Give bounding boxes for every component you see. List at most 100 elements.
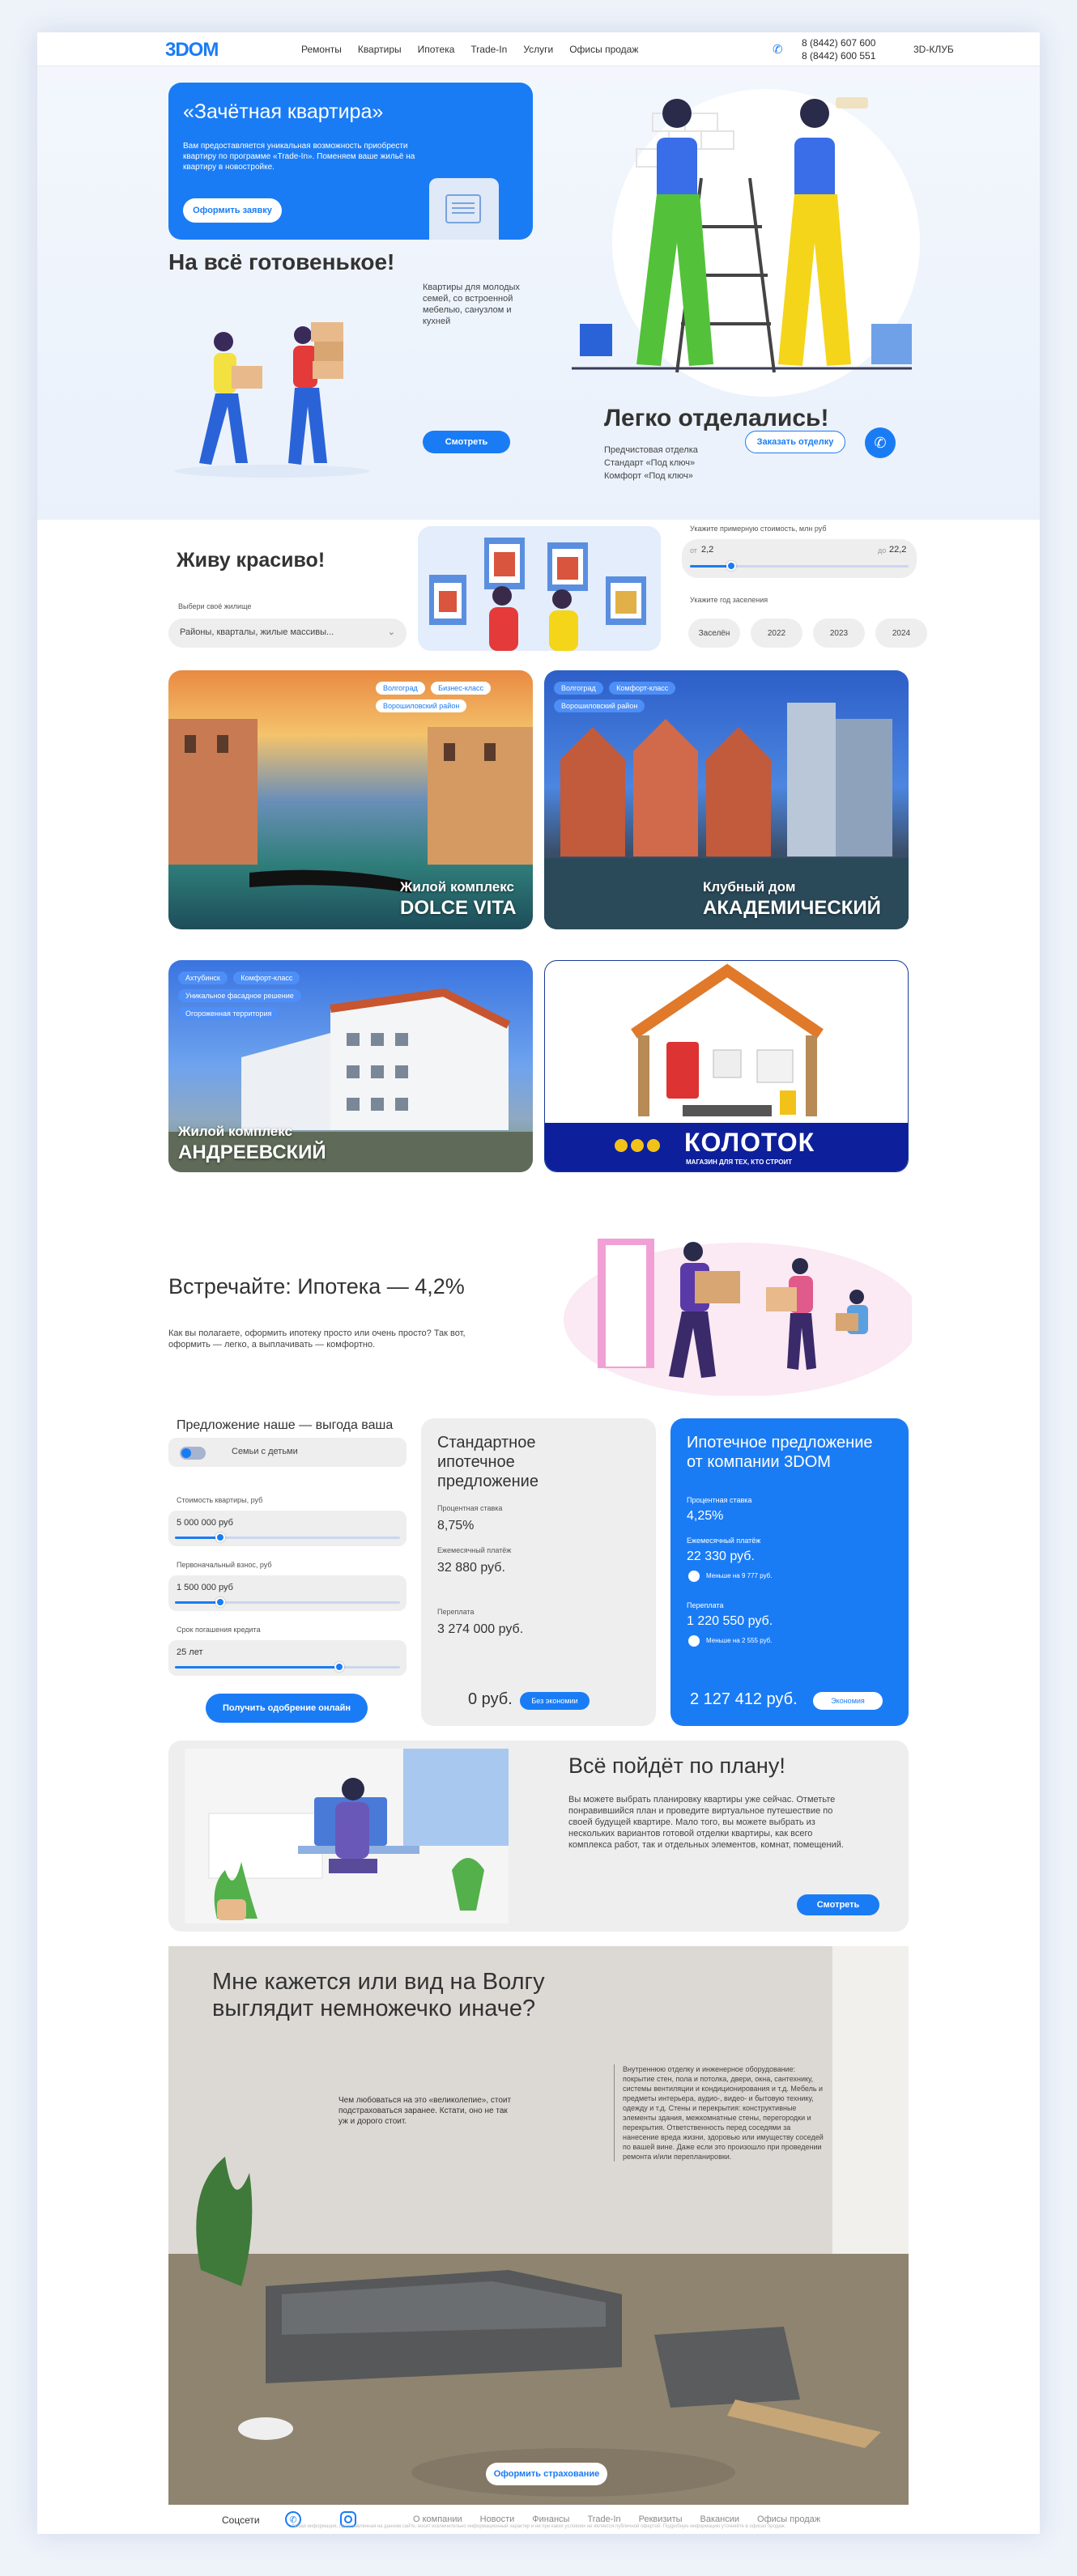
complex-name: АНДРЕЕВСКИЙ: [178, 1141, 326, 1163]
mortgage-text: Как вы полагаете, оформить ипотеку прост…: [168, 1328, 466, 1350]
down-payment-handle[interactable]: [215, 1597, 225, 1607]
footer-link-about[interactable]: О компании: [413, 2514, 462, 2524]
footer-link-news[interactable]: Новости: [480, 2514, 515, 2524]
mortgage-title: Встречайте: Ипотека — 4,2%: [168, 1274, 465, 1299]
kolotok-name: КОЛОТОК: [684, 1128, 815, 1157]
price-to-prefix: до: [878, 546, 887, 555]
year-option-2024[interactable]: 2024: [875, 618, 927, 648]
order-finish-button[interactable]: Заказать отделку: [745, 431, 845, 453]
footer-link-trade-in[interactable]: Trade-In: [587, 2514, 620, 2524]
loan-term-slider[interactable]: 25 лет: [168, 1640, 407, 1676]
finish-options: Предчистовая отделка Стандарт «Под ключ»…: [604, 444, 698, 482]
families-toggle[interactable]: [180, 1447, 206, 1460]
phone-handset-icon: ✆: [874, 434, 887, 451]
company-badge: Экономия: [813, 1692, 883, 1710]
nav-item-services[interactable]: Услуги: [523, 44, 553, 55]
price-slider-handle[interactable]: [726, 561, 736, 571]
club-link[interactable]: 3D-КЛУБ: [913, 44, 954, 55]
moving-family-illustration: [564, 1239, 912, 1396]
insurance-title: Мне кажется или вид на Волгу выглядит не…: [212, 1969, 545, 2021]
apartment-price-slider[interactable]: 5 000 000 руб: [168, 1511, 407, 1546]
district-select[interactable]: Районы, кварталы, жилые массивы... ⌄: [168, 618, 407, 648]
complex-subtitle: Клубный дом: [703, 879, 796, 895]
standard-overpay: 3 274 000 руб.: [437, 1622, 524, 1636]
price-label: Укажите примерную стоимость, млн руб: [690, 525, 827, 533]
phone-1[interactable]: 8 (8442) 607 600: [802, 36, 875, 49]
standard-overpay-label: Переплата: [437, 1608, 475, 1616]
price-range-slider[interactable]: от 2,2 до 22,2: [682, 539, 917, 578]
toggle-label: Семьи с детьми: [232, 1447, 298, 1456]
price-track-fill: [690, 565, 730, 567]
footer-link-requisites[interactable]: Реквизиты: [639, 2514, 683, 2524]
phones: 8 (8442) 607 600 8 (8442) 600 551: [802, 36, 875, 62]
phone-icon[interactable]: ✆: [773, 42, 785, 57]
year-option-2023[interactable]: 2023: [813, 618, 865, 648]
company-total: 2 127 412 руб.: [690, 1690, 798, 1708]
company-payment-label: Ежемесячный платёж: [687, 1537, 761, 1545]
footer-link-offices[interactable]: Офисы продаж: [757, 2514, 820, 2524]
phone-2[interactable]: 8 (8442) 600 551: [802, 49, 875, 62]
loan-term-fill: [175, 1666, 339, 1668]
tag-city: Волгоград: [376, 682, 425, 695]
complex-subtitle: Жилой комплекс: [400, 879, 515, 895]
complex-card-dolce-vita[interactable]: Волгоград Бизнес-класс Ворошиловский рай…: [168, 670, 533, 929]
plan-view-button[interactable]: Смотреть: [797, 1894, 879, 1915]
field-label-price: Стоимость квартиры, руб: [177, 1496, 263, 1504]
payment-saving-dot-icon: [688, 1571, 700, 1582]
standard-title: Стандартное ипотечное предложение: [437, 1434, 538, 1490]
ready-view-button[interactable]: Смотреть: [423, 431, 510, 453]
logo[interactable]: 3DOM: [165, 39, 219, 62]
insurance-section: Мне кажется или вид на Волгу выглядит не…: [168, 1946, 909, 2505]
complex-card-andreevsky[interactable]: Ахтубинск Комфорт-класс Уникальное фасад…: [168, 960, 533, 1172]
year-option-2022[interactable]: 2022: [751, 618, 802, 648]
complex-card-akademichesky[interactable]: Волгоград Комфорт-класс Ворошиловский ра…: [544, 670, 909, 929]
standard-rate: 8,75%: [437, 1519, 475, 1532]
tag-city: Ахтубинск: [178, 971, 228, 984]
company-title: Ипотечное предложение от компании 3DOM: [687, 1434, 873, 1471]
kolotok-banner: КОЛОТОК МАГАЗИН ДЛЯ ТЕХ, КТО СТРОИТ: [545, 1123, 908, 1171]
nav-item-offices[interactable]: Офисы продаж: [569, 44, 638, 55]
chevron-down-icon: ⌄: [387, 627, 395, 637]
footer-link-vacancies[interactable]: Вакансии: [700, 2514, 740, 2524]
insurance-list: Внутреннюю отделку и инженерное оборудов…: [614, 2064, 826, 2162]
plan-title: Всё пойдёт по плану!: [568, 1753, 785, 1778]
nav-item-apartments[interactable]: Квартиры: [358, 44, 402, 55]
get-insurance-button[interactable]: Оформить страхование: [486, 2463, 607, 2485]
tag-facade: Уникальное фасадное решение: [178, 989, 301, 1002]
price-from-prefix: от: [690, 546, 697, 555]
call-button[interactable]: ✆: [865, 427, 896, 458]
apartment-price-handle[interactable]: [215, 1532, 225, 1542]
standard-rate-label: Процентная ставка: [437, 1504, 503, 1512]
family-illustration: [418, 526, 661, 651]
tag-class: Комфорт-класс: [609, 682, 676, 695]
field-label-term: Срок погашения кредита: [177, 1626, 261, 1634]
company-offer-card: Ипотечное предложение от компании 3DOM П…: [670, 1418, 909, 1726]
loan-term-handle[interactable]: [334, 1662, 344, 1672]
toggle-knob: [181, 1448, 191, 1458]
tag-class: Бизнес-класс: [431, 682, 491, 695]
company-payment-note: Меньше на 9 777 руб.: [706, 1572, 773, 1579]
tag-city: Волгоград: [554, 682, 603, 695]
down-payment-slider[interactable]: 1 500 000 руб: [168, 1575, 407, 1611]
movers-illustration: [175, 322, 369, 478]
tag-class: Комфорт-класс: [233, 971, 300, 984]
ready-text: Квартиры для молодых семей, со встроенно…: [423, 283, 520, 326]
finish-title: Легко отделались!: [604, 405, 829, 431]
standard-badge: Без экономии: [520, 1692, 590, 1710]
company-rate: 4,25%: [687, 1509, 724, 1523]
nav-item-repairs[interactable]: Ремонты: [301, 44, 342, 55]
year-option-settled[interactable]: Заселён: [688, 618, 740, 648]
footer: Соцсети ✆ О компании Новости Финансы Tra…: [37, 2511, 1040, 2534]
get-approval-button[interactable]: Получить одобрение онлайн: [206, 1694, 368, 1723]
company-rate-label: Процентная ставка: [687, 1496, 752, 1504]
tag-territory: Огороженная территория: [178, 1007, 279, 1020]
footer-link-finance[interactable]: Финансы: [532, 2514, 569, 2524]
planning-illustration: [185, 1749, 509, 1923]
promo-apply-button[interactable]: Оформить заявку: [183, 198, 282, 223]
kolotok-store-card[interactable]: КОЛОТОК МАГАЗИН ДЛЯ ТЕХ, КТО СТРОИТ: [544, 960, 909, 1172]
nav-item-trade-in[interactable]: Trade-In: [470, 44, 507, 55]
footer-nav: О компании Новости Финансы Trade-In Рекв…: [413, 2514, 820, 2524]
header: 3DOM Ремонты Квартиры Ипотека Trade-In У…: [37, 32, 1040, 66]
nav-item-mortgage[interactable]: Ипотека: [418, 44, 455, 55]
workers-illustration: [572, 89, 920, 397]
